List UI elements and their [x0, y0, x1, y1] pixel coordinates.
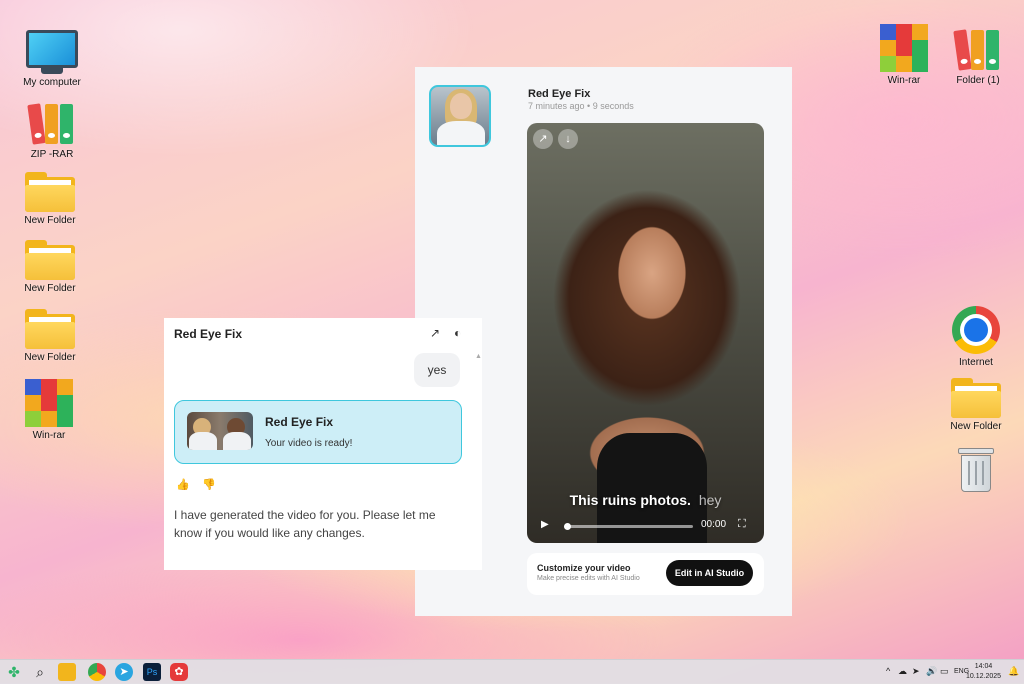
network-icon[interactable]: ▭	[940, 666, 949, 677]
desktop-icon-label: Win-rar	[32, 430, 66, 441]
desktop-icon-win-rar[interactable]: Win-rar	[868, 24, 940, 86]
desktop-icon-my-computer[interactable]: My computer	[16, 30, 88, 88]
desktop-icon-internet[interactable]: Internet	[940, 306, 1012, 368]
desktop-icon-label: New Folder	[950, 421, 1002, 432]
chat-panel: Red Eye Fix ↗ ◐ yes ▲ Red Eye Fix Your v…	[164, 318, 482, 570]
winrar-icon	[25, 379, 73, 427]
photoshop-icon[interactable]: Ps	[143, 663, 161, 681]
video-time: 00:00	[701, 519, 727, 530]
desktop-icon-label: Win-rar	[887, 75, 921, 86]
globe-icon[interactable]: ◐	[454, 326, 461, 340]
download-icon[interactable]: ↓	[558, 129, 578, 149]
tray-telegram-icon[interactable]: ➤	[912, 666, 920, 677]
desktop-icon-zip-rar[interactable]: ZIP -RAR	[16, 100, 88, 160]
presenter-avatar[interactable]	[429, 85, 491, 147]
folder-icon	[25, 240, 75, 280]
desktop-icon-label: My computer	[23, 77, 81, 88]
chrome-icon	[952, 306, 1000, 354]
binders-icon	[27, 100, 76, 146]
recycle-bin-icon	[958, 448, 994, 492]
user-message: yes	[414, 353, 460, 387]
customize-subtitle: Make precise edits with AI Studio	[537, 575, 640, 582]
video-card-subtitle: Your video is ready!	[265, 438, 353, 449]
seek-bar[interactable]	[564, 523, 693, 530]
desktop-icon-folder-1[interactable]: Folder (1)	[942, 26, 1014, 86]
share-icon[interactable]: ↗	[533, 129, 553, 149]
desktop-icon-label: New Folder	[24, 352, 76, 363]
video-meta: 7 minutes ago • 9 seconds	[528, 101, 634, 111]
fullscreen-icon[interactable]: ⛶	[738, 518, 746, 531]
clock-date: 10.12.2025	[966, 673, 1002, 680]
folder-icon	[25, 172, 75, 212]
taskbar: ✤ ⌕ ➤ Ps ✿ ^ ☁ ➤ 🔊 ▭ ENG 14:04 10.12.202…	[0, 659, 1024, 684]
thumbs-down-icon[interactable]: 👎	[202, 478, 216, 491]
clock[interactable]: 14:04 10.12.2025	[966, 662, 1001, 682]
tray-chevron-icon[interactable]: ^	[886, 666, 890, 676]
video-title: Red Eye Fix	[528, 88, 591, 100]
chat-title: Red Eye Fix	[174, 327, 243, 341]
edit-in-ai-studio-button[interactable]: Edit in AI Studio	[666, 560, 753, 586]
desktop-icon-new-folder[interactable]: New Folder	[14, 309, 86, 363]
desktop-icon-win-rar[interactable]: Win-rar	[13, 379, 85, 441]
desktop-icon-label: Folder (1)	[956, 75, 1000, 86]
scroll-up-icon[interactable]: ▲	[475, 353, 482, 360]
desktop-icon-label: New Folder	[24, 283, 76, 294]
file-explorer-icon[interactable]	[58, 663, 76, 681]
clock-time: 14:04	[974, 663, 993, 670]
desktop-icon-label: ZIP -RAR	[30, 149, 74, 160]
video-player[interactable]: ↗ ↓ This ruins photos. hey ▶ 00:00 ⛶	[527, 123, 764, 543]
desktop-icon-label: New Folder	[24, 215, 76, 226]
desktop-icon-new-folder[interactable]: New Folder	[14, 172, 86, 226]
app-icon[interactable]: ✿	[170, 663, 188, 681]
video-thumbnail	[187, 412, 253, 450]
tray-apps-icon[interactable]: ☁	[898, 666, 907, 677]
customize-bar: Customize your video Make precise edits …	[527, 553, 764, 595]
desktop-icon-label: Internet	[959, 357, 993, 368]
video-ready-card[interactable]: Red Eye Fix Your video is ready!	[174, 400, 462, 464]
assistant-reply: I have generated the video for you. Plea…	[174, 508, 436, 540]
start-icon[interactable]: ✤	[5, 663, 23, 681]
desktop-icon-new-folder[interactable]: New Folder	[940, 378, 1012, 432]
video-card-title: Red Eye Fix	[265, 415, 334, 429]
video-controls: ▶ 00:00 ⛶	[527, 503, 764, 543]
desktop-icon-recycle-bin[interactable]	[940, 448, 1012, 492]
customize-title: Customize your video	[537, 563, 631, 573]
notification-bell-icon[interactable]: 🔔	[1008, 666, 1019, 677]
folder-icon	[951, 378, 1001, 418]
telegram-icon[interactable]: ➤	[115, 663, 133, 681]
winrar-icon	[880, 24, 928, 72]
computer-icon	[26, 30, 78, 74]
open-external-icon[interactable]: ↗	[430, 326, 440, 340]
desktop-icon-new-folder[interactable]: New Folder	[14, 240, 86, 294]
binders-icon	[953, 26, 1002, 72]
thumbs-up-icon[interactable]: 👍	[176, 478, 190, 491]
chrome-icon[interactable]	[88, 663, 106, 681]
folder-icon	[25, 309, 75, 349]
volume-icon[interactable]: 🔊	[926, 666, 937, 677]
play-icon[interactable]: ▶	[541, 519, 549, 530]
search-icon[interactable]: ⌕	[31, 663, 49, 681]
